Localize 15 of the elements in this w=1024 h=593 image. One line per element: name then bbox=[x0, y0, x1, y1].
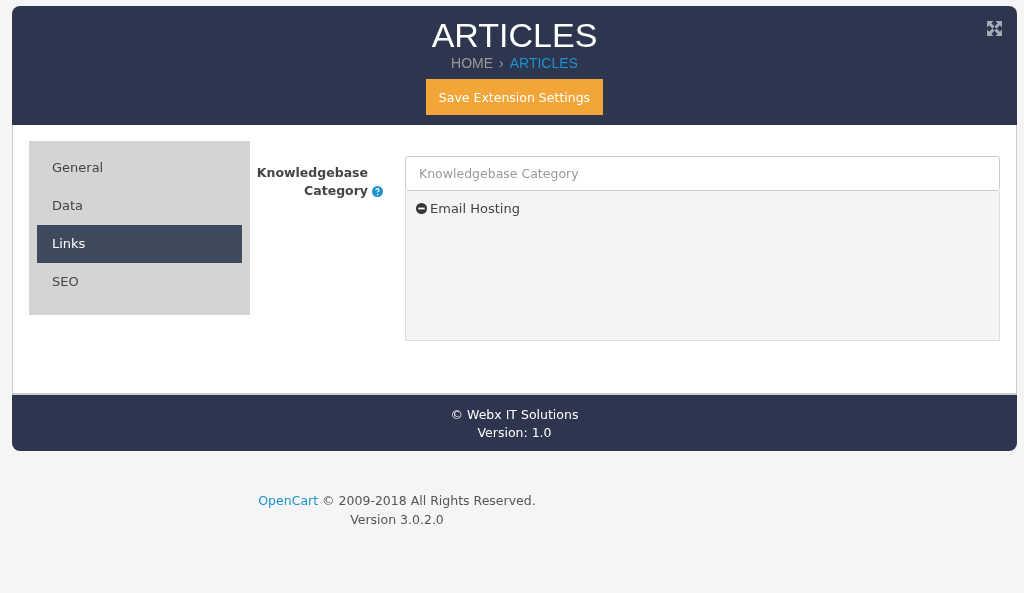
sidebar-tab[interactable]: SEO bbox=[37, 263, 242, 301]
copyright-text: © Webx IT Solutions bbox=[449, 406, 580, 424]
version-text: Version: 1.0 bbox=[476, 424, 553, 442]
breadcrumb-link[interactable]: ARTICLES bbox=[509, 55, 578, 71]
sidebar-tab[interactable]: General bbox=[37, 149, 242, 187]
copyright-text: © 2009-2018 All Rights Reserved. bbox=[322, 493, 536, 508]
field-label: Knowledgebase Category bbox=[255, 164, 368, 200]
category-input[interactable]: Knowledgebase Category bbox=[405, 156, 1000, 191]
version-text: Version 3.0.2.0 bbox=[349, 511, 445, 529]
sidebar-tab[interactable]: Links bbox=[37, 225, 242, 263]
sidebar-tab[interactable]: Data bbox=[37, 187, 242, 225]
breadcrumb-separator: › bbox=[499, 55, 504, 71]
selected-item: Email Hosting bbox=[430, 201, 520, 216]
breadcrumb-link[interactable]: HOME bbox=[451, 55, 494, 71]
page-title: ARTICLES bbox=[431, 16, 598, 54]
